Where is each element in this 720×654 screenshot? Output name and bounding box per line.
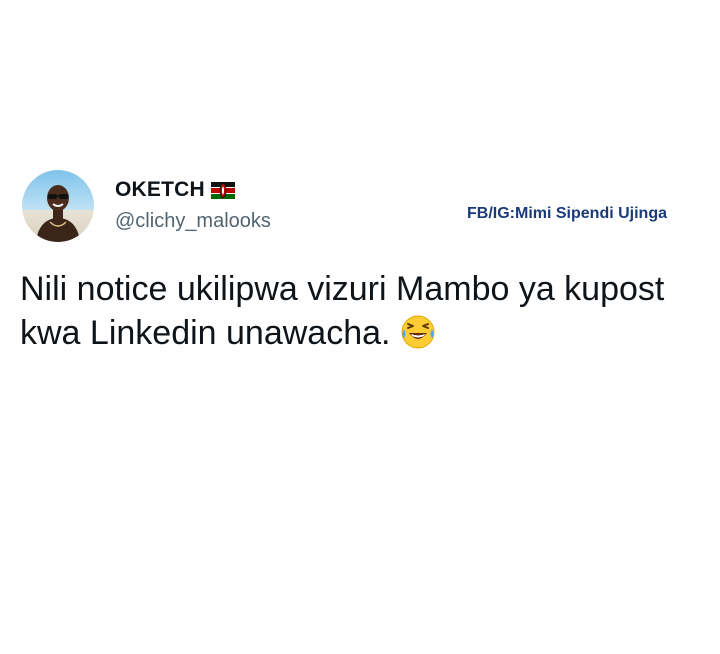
author-handle[interactable]: @clichy_malooks	[115, 210, 271, 233]
kenya-flag-icon	[210, 181, 235, 199]
tweet-text-container: Nili notice ukilipwa vizuri Mambo ya kup…	[20, 267, 700, 355]
author-display-name[interactable]: OKETCH	[115, 178, 205, 202]
watermark: FB/IG:Mimi Sipendi Ujinga	[467, 205, 667, 222]
avatar[interactable]	[22, 170, 94, 242]
user-avatar-icon	[22, 170, 94, 242]
author-name-row: OKETCH	[115, 178, 235, 202]
tweet-text: Nili notice ukilipwa vizuri Mambo ya kup…	[20, 270, 665, 352]
face-with-tears-of-joy-icon	[400, 314, 436, 350]
tweet-header: OKETCH @clichy_malooks FB/IG:Mimi Sipend…	[22, 170, 702, 250]
